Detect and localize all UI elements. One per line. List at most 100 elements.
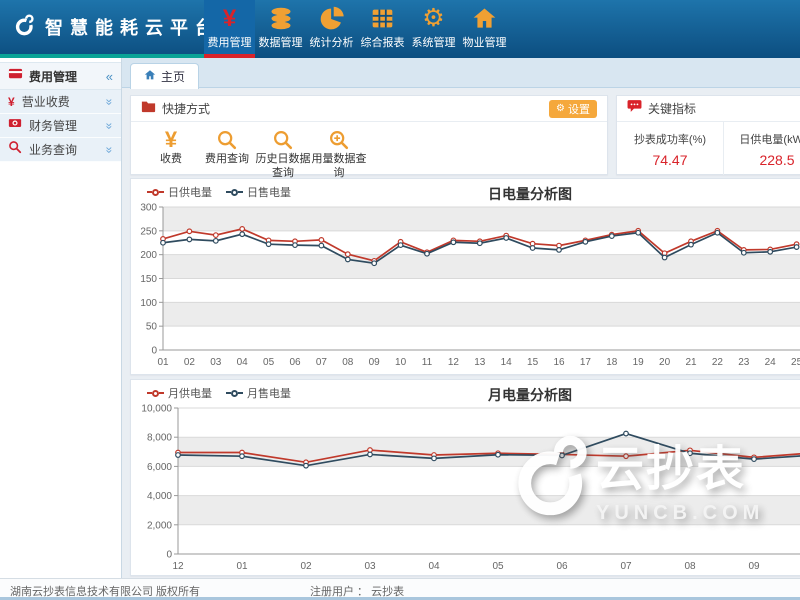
table-icon [357,0,408,32]
nav-item-statistics[interactable]: 统计分析 [306,0,357,58]
metric-value: 74.47 [617,152,723,168]
shortcuts-row: ¥ 收费 费用查询 历史日数据查 [131,122,607,181]
banknote-icon [8,116,22,135]
svg-text:03: 03 [364,561,376,572]
search-icon [255,127,311,151]
chevron-down-icon: » [103,146,117,153]
top-header: 智慧能耗云平台 ¥ 费用管理 数据管理 [0,0,800,58]
svg-text:2,000: 2,000 [147,520,172,531]
svg-text:09: 09 [369,357,381,368]
svg-text:0: 0 [166,550,172,561]
svg-text:06: 06 [556,561,568,572]
svg-text:06: 06 [289,357,301,368]
shortcut-charging[interactable]: ¥ 收费 [143,127,199,181]
monthly-chart-plot: 02,0004,0006,0008,00010,0001201020304050… [135,404,800,576]
nav-item-reports[interactable]: 综合报表 [357,0,408,58]
home-icon [459,0,510,32]
svg-text:50: 50 [146,322,158,333]
folder-icon [141,99,156,118]
svg-text:01: 01 [157,357,169,368]
quick-actions-title: 快捷方式 [162,100,210,117]
metric-value: 228.5 [724,152,800,168]
sidebar-item-finance-management[interactable]: 财务管理 » [0,114,121,138]
gear-icon: ⚙ [408,0,459,32]
sidebar-title: 费用管理 [29,68,100,85]
quick-actions-header: 快捷方式 ⚙ 设置 [131,96,607,122]
svg-text:05: 05 [263,357,275,368]
pie-chart-icon [306,0,357,32]
svg-text:05: 05 [492,561,504,572]
metric-meter-reading-success-rate: 抄表成功率(%) 74.47 [617,122,724,175]
key-indicators-title: 关键指标 [648,100,696,117]
daily-electricity-chart-panel: 日供电量 日售电量 日电量分析图 05010015020025030001020… [130,178,800,375]
svg-text:200: 200 [140,250,157,261]
chevron-down-icon: » [103,98,117,105]
app-root: 智慧能耗云平台 ¥ 费用管理 数据管理 [0,0,800,600]
page-footer: 湖南云抄表信息技术有限公司 版权所有 注册用户 ： 云抄表 [0,578,800,600]
search-icon [8,140,22,159]
tab-home[interactable]: 主页 [130,63,199,89]
daily-chart-title: 日电量分析图 [135,184,800,204]
svg-text:02: 02 [300,561,312,572]
sidebar-collapse-icon[interactable]: « [106,69,113,84]
sidebar: 费用管理 « ¥ 营业收费 » 财务管理 » [0,58,122,578]
svg-text:09: 09 [748,561,760,572]
svg-text:08: 08 [684,561,696,572]
svg-text:15: 15 [527,357,539,368]
svg-text:300: 300 [140,203,157,214]
svg-text:14: 14 [501,357,513,368]
search-icon [199,127,255,151]
shortcut-fee-query[interactable]: 费用查询 [199,127,255,181]
svg-text:17: 17 [580,357,592,368]
svg-text:18: 18 [606,357,618,368]
svg-text:150: 150 [140,274,157,285]
yen-icon: ¥ [204,0,255,32]
svg-text:12: 12 [172,561,184,572]
svg-text:07: 07 [620,561,632,572]
monthly-chart-title: 月电量分析图 [135,385,800,405]
svg-text:08: 08 [342,357,354,368]
sidebar-item-business-charging[interactable]: ¥ 营业收费 » [0,90,121,114]
nav-item-data-management[interactable]: 数据管理 [255,0,306,58]
svg-text:03: 03 [210,357,222,368]
settings-button[interactable]: ⚙ 设置 [549,100,597,118]
database-icon [255,0,306,32]
svg-text:8,000: 8,000 [147,433,172,444]
monthly-chart-legend-row: 月供电量 月售电量 月电量分析图 [135,382,800,404]
main-nav: ¥ 费用管理 数据管理 [204,0,510,58]
svg-text:21: 21 [685,357,697,368]
svg-text:20: 20 [659,357,671,368]
svg-text:04: 04 [428,561,440,572]
chevron-down-icon: » [103,122,117,129]
shortcut-usage-data-query[interactable]: 用量数据查询 [311,127,367,181]
gear-icon: ⚙ [556,104,565,114]
nav-item-fee-management[interactable]: ¥ 费用管理 [204,0,255,58]
shortcut-history-daily-data-query[interactable]: 历史日数据查询 [255,127,311,181]
nav-item-property[interactable]: 物业管理 [459,0,510,58]
svg-text:4,000: 4,000 [147,491,172,502]
svg-text:07: 07 [316,357,328,368]
daily-chart-legend-row: 日供电量 日售电量 日电量分析图 [135,181,800,203]
key-indicators-header: 关键指标 [617,96,800,122]
svg-text:22: 22 [712,357,724,368]
svg-text:11: 11 [422,357,433,368]
svg-text:25: 25 [791,357,800,368]
svg-text:16: 16 [553,357,565,368]
svg-text:0: 0 [151,346,157,357]
svg-text:10: 10 [395,357,407,368]
metric-daily-power-supply: 日供电量(kWH) 228.5 [724,122,800,175]
sidebar-header-fee-management: 费用管理 « [0,62,121,90]
sidebar-item-business-query[interactable]: 业务查询 » [0,138,121,162]
yen-icon: ¥ [143,127,199,151]
yen-icon: ¥ [8,95,15,109]
app-title: 智慧能耗云平台 [45,14,220,40]
svg-text:04: 04 [237,357,249,368]
metrics-row: 抄表成功率(%) 74.47 日供电量(kWH) 228.5 [617,122,800,175]
home-icon [144,68,156,86]
svg-text:13: 13 [474,357,486,368]
zoom-in-icon [311,127,367,151]
content-tabbar: 主页 [122,58,800,88]
svg-text:250: 250 [140,226,157,237]
nav-item-system[interactable]: ⚙ 系统管理 [408,0,459,58]
svg-text:23: 23 [738,357,750,368]
